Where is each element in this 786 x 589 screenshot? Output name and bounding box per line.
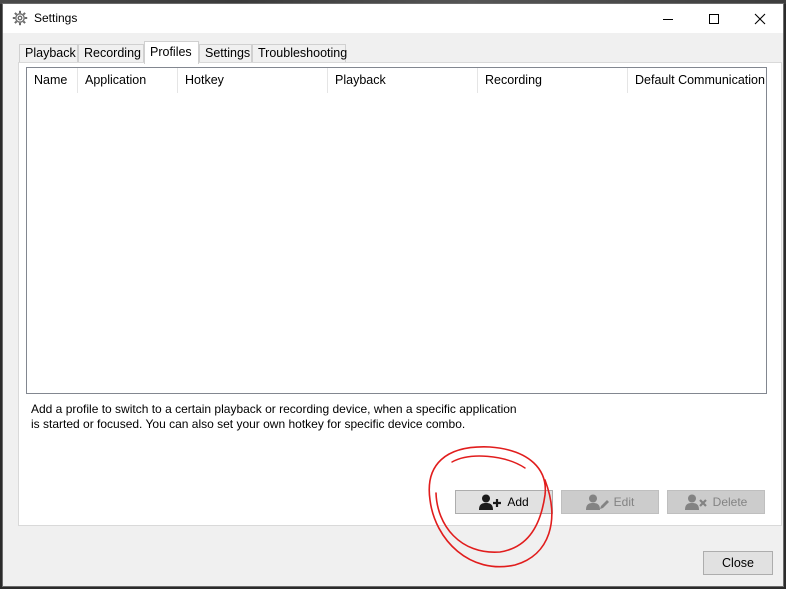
profiles-list[interactable]: Name Application Hotkey Playback Recordi… xyxy=(26,67,767,394)
edit-button-label: Edit xyxy=(613,495,635,509)
column-header-default-communication[interactable]: Default Communication. xyxy=(628,68,766,93)
column-header-hotkey[interactable]: Hotkey xyxy=(178,68,328,93)
close-button[interactable]: Close xyxy=(703,551,773,575)
maximize-icon xyxy=(709,13,719,24)
edit-profile-button[interactable]: Edit xyxy=(561,490,659,514)
minimize-icon xyxy=(663,18,673,20)
minimize-button[interactable] xyxy=(645,4,691,33)
gear-icon xyxy=(12,10,28,26)
close-window-button[interactable] xyxy=(737,4,783,33)
delete-button-label: Delete xyxy=(712,495,748,509)
description-line-1: Add a profile to switch to a certain pla… xyxy=(31,402,517,416)
settings-window: Settings Playback Recording Profiles Set… xyxy=(2,3,784,587)
column-header-application[interactable]: Application xyxy=(78,68,178,93)
description-line-2: is started or focused. You can also set … xyxy=(31,417,466,431)
window-title: Settings xyxy=(34,11,78,25)
delete-profile-button[interactable]: Delete xyxy=(667,490,765,514)
column-header-recording[interactable]: Recording xyxy=(478,68,628,93)
profiles-panel: Name Application Hotkey Playback Recordi… xyxy=(18,62,782,526)
maximize-button[interactable] xyxy=(691,4,737,33)
tab-profiles[interactable]: Profiles xyxy=(144,41,199,64)
tab-settings[interactable]: Settings xyxy=(199,44,252,63)
column-header-playback[interactable]: Playback xyxy=(328,68,478,93)
title-bar[interactable]: Settings xyxy=(3,4,783,33)
delete-user-icon xyxy=(684,494,707,510)
profiles-description: Add a profile to switch to a certain pla… xyxy=(31,402,551,432)
add-profile-button[interactable]: Add xyxy=(455,490,553,514)
column-header-name[interactable]: Name xyxy=(27,68,78,93)
add-user-icon xyxy=(479,494,502,510)
edit-user-icon xyxy=(585,494,609,510)
add-button-label: Add xyxy=(507,495,529,509)
tab-troubleshooting[interactable]: Troubleshooting xyxy=(252,44,347,63)
close-icon xyxy=(754,13,766,24)
tab-recording[interactable]: Recording xyxy=(78,44,144,63)
table-header: Name Application Hotkey Playback Recordi… xyxy=(27,68,766,93)
tab-playback[interactable]: Playback xyxy=(19,44,78,63)
